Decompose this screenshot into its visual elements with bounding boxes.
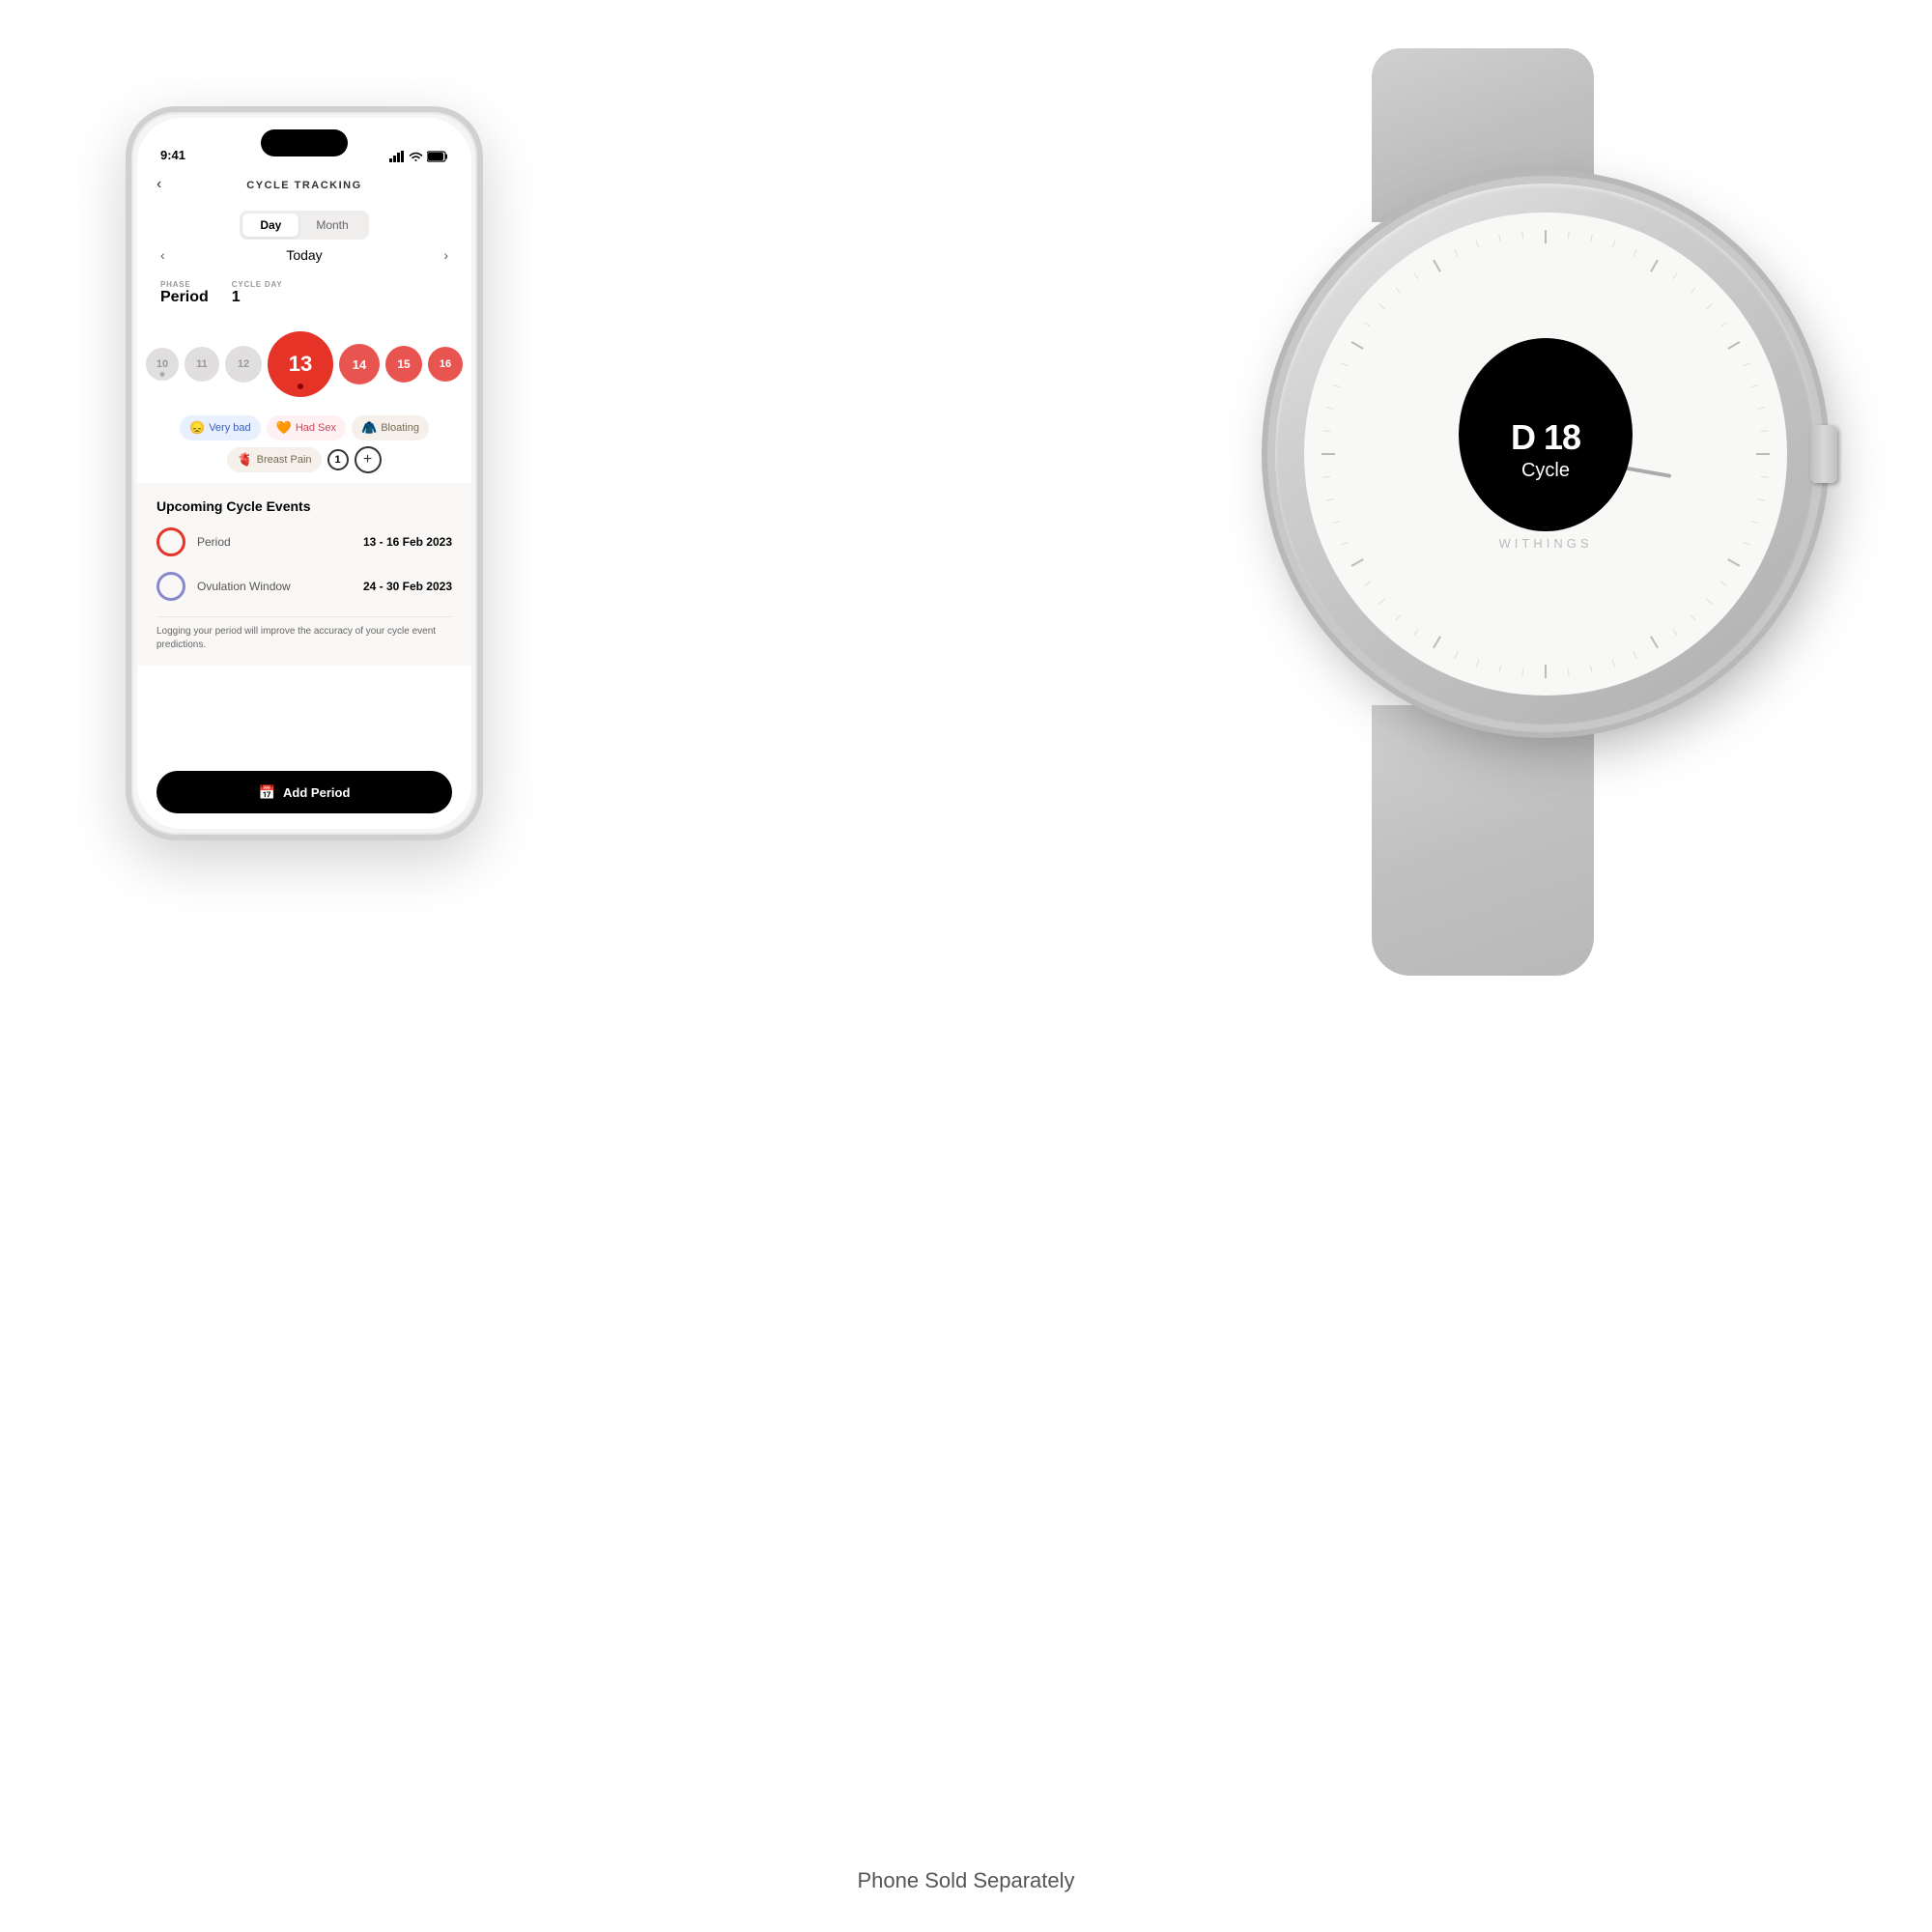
tab-bar: Day Month — [137, 211, 471, 240]
ovulation-event-row: Ovulation Window 24 - 30 Feb 2023 — [156, 572, 452, 601]
bloating-icon: 🧥 — [361, 420, 377, 436]
tag-breast[interactable]: 🫀 Breast Pain — [227, 447, 321, 472]
count-badge: 1 — [327, 449, 349, 470]
tag-sex[interactable]: 🧡 Had Sex — [267, 415, 346, 440]
status-time: 9:41 — [160, 148, 185, 162]
watch-cycle-display: Cycle — [1521, 460, 1570, 482]
upcoming-title: Upcoming Cycle Events — [156, 498, 452, 514]
phase-value: Period — [160, 289, 209, 305]
symptoms-row2: 🫀 Breast Pain 1 + — [227, 446, 381, 473]
phase-info: PHASE Period CYCLE DAY 1 — [137, 274, 471, 312]
nav-row: ‹ Today › — [137, 247, 471, 263]
wifi-icon — [409, 151, 423, 162]
nav-today: Today — [286, 247, 322, 263]
tag-mood[interactable]: 😞 Very bad — [180, 415, 261, 440]
cycle-day-value: 1 — [232, 289, 241, 305]
tab-day[interactable]: Day — [242, 213, 298, 237]
period-dot — [298, 384, 303, 389]
divider — [156, 616, 452, 617]
add-period-button[interactable]: 📅 Add Period — [156, 771, 452, 813]
battery-icon — [427, 151, 448, 162]
upcoming-section: Upcoming Cycle Events Period 13 - 16 Feb… — [137, 483, 471, 666]
period-event-name: Period — [197, 535, 352, 549]
app-title: CYCLE TRACKING — [156, 180, 452, 191]
signal-icon — [389, 151, 405, 162]
nav-next[interactable]: › — [443, 247, 448, 263]
watch-crown — [1810, 425, 1837, 483]
footer-text: Phone Sold Separately — [857, 1868, 1074, 1893]
phase-label: PHASE — [160, 280, 209, 289]
bubble-day-11[interactable]: 11 — [185, 347, 219, 382]
bubble-day-13[interactable]: 13 — [268, 331, 333, 397]
dynamic-island — [261, 129, 348, 156]
sex-label: Had Sex — [296, 422, 336, 434]
tab-group: Day Month — [240, 211, 368, 240]
symptoms-section: 😞 Very bad 🧡 Had Sex 🧥 Bloating 🫀 Breast… — [137, 415, 471, 473]
bloating-label: Bloating — [381, 422, 419, 434]
tag-bloating[interactable]: 🧥 Bloating — [352, 415, 429, 440]
breast-label: Breast Pain — [257, 454, 312, 466]
calendar-icon: 📅 — [259, 784, 275, 801]
strap-bottom — [1372, 705, 1594, 976]
logging-note: Logging your period will improve the acc… — [156, 625, 452, 666]
moon-icon — [1532, 388, 1559, 415]
add-period-label: Add Period — [283, 785, 350, 800]
ovulation-circle-icon — [156, 572, 185, 601]
tab-month[interactable]: Month — [298, 213, 365, 237]
add-symptom-button[interactable]: + — [355, 446, 382, 473]
mood-icon: 😞 — [189, 420, 205, 436]
watch: D 18 Cycle WITHINGS — [1121, 77, 1932, 947]
bubble-day-16[interactable]: 16 — [428, 347, 463, 382]
ovulation-event-name: Ovulation Window — [197, 580, 352, 593]
watch-case: D 18 Cycle WITHINGS — [1275, 184, 1816, 724]
period-circle-icon — [156, 527, 185, 556]
app-header: ‹ CYCLE TRACKING — [137, 168, 471, 191]
phone-shell: 9:41 — [126, 106, 483, 840]
bubble-day-14[interactable]: 14 — [339, 344, 380, 384]
bubble-day-10[interactable]: 10 — [146, 348, 179, 381]
cycle-day-col: CYCLE DAY 1 — [232, 280, 283, 306]
watch-display: D 18 Cycle — [1459, 338, 1633, 531]
bubble-day-12[interactable]: 12 — [225, 346, 262, 383]
cycle-day-label: CYCLE DAY — [232, 280, 283, 289]
mood-label: Very bad — [209, 422, 250, 434]
period-event-row: Period 13 - 16 Feb 2023 — [156, 527, 452, 556]
withings-brand: WITHINGS — [1499, 536, 1593, 551]
nav-prev[interactable]: ‹ — [160, 247, 165, 263]
phase-col: PHASE Period — [160, 280, 209, 306]
watch-body: D 18 Cycle WITHINGS — [1217, 126, 1874, 782]
watch-day-display: D 18 — [1511, 417, 1580, 458]
cycle-bubbles: 10 11 12 13 14 15 16 — [137, 321, 471, 408]
breast-icon: 🫀 — [237, 452, 252, 468]
sex-icon: 🧡 — [276, 420, 292, 436]
ovulation-event-date: 24 - 30 Feb 2023 — [363, 580, 452, 593]
bubble-day-15[interactable]: 15 — [385, 346, 422, 383]
phone-screen: 9:41 — [137, 118, 471, 829]
watch-dial: D 18 Cycle WITHINGS — [1304, 213, 1787, 696]
period-event-date: 13 - 16 Feb 2023 — [363, 535, 452, 549]
phone: 9:41 — [126, 106, 483, 840]
status-icons — [389, 151, 448, 162]
